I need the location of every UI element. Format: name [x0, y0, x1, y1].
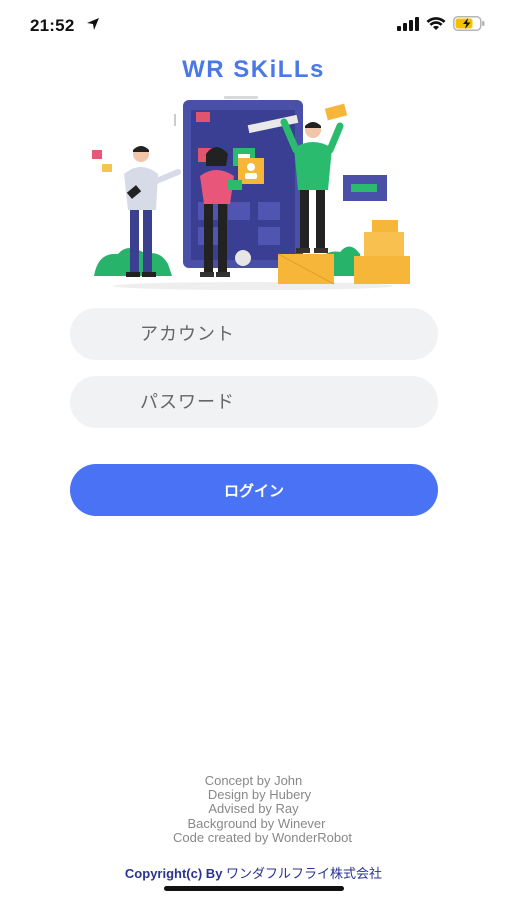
credits: Concept by John Design by Hubery Advised… [0, 773, 507, 845]
password-input[interactable] [70, 376, 438, 428]
credit-line: Code created by WonderRobot [173, 829, 352, 845]
credit-line: Concept by John [204, 773, 303, 788]
home-indicator[interactable] [164, 886, 344, 891]
credit-line: Design by Hubery [207, 787, 312, 803]
hero-illustration [92, 96, 410, 290]
cellular-signal-icon [397, 16, 419, 31]
copyright-prefix: Copyright(c) By [124, 866, 223, 881]
wifi-icon [426, 16, 446, 30]
credit-line: Advised by Ray [208, 801, 299, 817]
status-time: 21:52 [30, 16, 75, 35]
company-name: ワンダフルフライ株式会社 [226, 866, 383, 881]
battery-charging-icon [453, 16, 485, 31]
account-input[interactable] [70, 308, 438, 360]
credit-line: Background by Winever [187, 815, 326, 831]
status-icons [397, 16, 485, 31]
app-title: WR SKiLLs [182, 56, 325, 83]
copyright: Copyright(c) By ワンダフルフライ株式会社 [0, 863, 507, 882]
location-arrow-icon [87, 18, 99, 30]
status-bar: 21:52 [0, 0, 507, 50]
login-button[interactable]: ログイン [70, 464, 438, 516]
